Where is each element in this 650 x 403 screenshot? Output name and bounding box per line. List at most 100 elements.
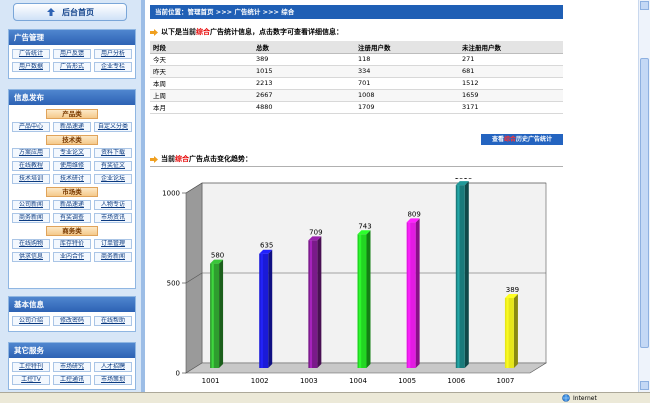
count-cell[interactable]: 2213 (253, 77, 355, 90)
column-header: 注册用户数 (355, 41, 459, 54)
trend-title-prefix: 当前 (161, 155, 175, 163)
column-header: 时段 (150, 41, 253, 54)
divider (150, 166, 563, 167)
scroll-up-button[interactable] (640, 1, 649, 10)
data-label: 1016 (454, 178, 472, 181)
panel-ad-management: 广告管理 广告统计 用户反馈 用户分析 用户数据 广告形式 企业专栏 (8, 29, 136, 79)
up-arrow-icon (47, 8, 55, 16)
count-cell[interactable]: 1512 (459, 77, 563, 90)
sidebar-link[interactable]: 市场策划 (94, 374, 132, 385)
x-tick-label: 1002 (251, 377, 269, 385)
count-cell[interactable]: 1008 (355, 89, 459, 102)
sidebar-link[interactable]: 有奖征文 (94, 160, 132, 171)
sub-heading-market: 市场类 (46, 187, 98, 197)
table-row: 昨天 1015 334 681 (150, 65, 563, 78)
sidebar-link[interactable]: 用户分析 (94, 48, 132, 59)
sidebar-link[interactable]: 广告统计 (12, 48, 50, 59)
panel-header: 基本信息 (9, 297, 135, 312)
sidebar-link[interactable]: 工控特刊 (12, 361, 50, 372)
sidebar-link[interactable]: 用户数据 (12, 61, 50, 72)
sidebar-link[interactable]: 自定义分类 (94, 121, 132, 132)
sidebar-link[interactable]: 技术培训 (12, 173, 50, 184)
period-cell: 昨天 (150, 65, 253, 78)
sub-heading-business: 商务类 (46, 226, 98, 236)
breadcrumb: 当前位置：管理首页 >>> 广告统计 >>> 综合 (150, 5, 563, 19)
sidebar-link[interactable]: 库存特价 (53, 238, 91, 249)
count-cell[interactable]: 118 (355, 53, 459, 66)
data-label: 389 (506, 286, 519, 294)
panel-info-publish: 信息发布 产品类 产品中心 新品速递 自定义分类 技术类 方案应用 专业论文 资… (8, 89, 136, 289)
sidebar-link[interactable]: 订单管理 (94, 238, 132, 249)
sidebar-link[interactable]: 专业论文 (53, 147, 91, 158)
sidebar-link[interactable]: 工控TV (12, 374, 50, 385)
sidebar-link[interactable]: 用户反馈 (53, 48, 91, 59)
sidebar-link[interactable]: 企业专栏 (94, 61, 132, 72)
table-row: 本周 2213 701 1512 (150, 77, 563, 90)
home-button[interactable]: 后台首页 (13, 3, 127, 21)
table-row: 上周 2667 1008 1659 (150, 89, 563, 102)
sidebar-link[interactable]: 修改密码 (53, 315, 91, 326)
security-zone: Internet (562, 394, 597, 402)
count-cell[interactable]: 701 (355, 77, 459, 90)
panel-other-services: 其它服务 工控特刊 市场研究 人才招聘 工控TV 工控通讯 市场策划 (8, 342, 136, 390)
count-cell[interactable]: 4880 (253, 101, 355, 114)
bar (259, 249, 273, 368)
sidebar-link[interactable]: 产品中心 (12, 121, 50, 132)
sidebar-link[interactable]: 供求信息 (12, 251, 50, 262)
count-cell[interactable]: 1709 (355, 101, 459, 114)
sidebar-link[interactable]: 在线购物 (12, 238, 50, 249)
count-cell[interactable]: 1015 (253, 65, 355, 78)
y-tick-label: 500 (167, 280, 180, 288)
count-cell[interactable]: 334 (355, 65, 459, 78)
sidebar-link[interactable]: 有奖调查 (53, 212, 91, 223)
sidebar-link[interactable]: 新品速递 (53, 199, 91, 210)
sidebar-link[interactable]: 公司介绍 (12, 315, 50, 326)
sidebar-link[interactable]: 市场资讯 (94, 212, 132, 223)
count-cell[interactable]: 681 (459, 65, 563, 78)
sidebar-link[interactable]: 广告形式 (53, 61, 91, 72)
bar (210, 259, 224, 368)
sidebar-link[interactable]: 市场研究 (53, 361, 91, 372)
data-label: 580 (211, 252, 224, 260)
history-button-highlight: 综合 (503, 136, 516, 143)
count-cell[interactable]: 389 (253, 53, 355, 66)
sidebar-link[interactable]: 人物专访 (94, 199, 132, 210)
main-content: 当前位置：管理首页 >>> 广告统计 >>> 综合 以下是当前 综合 广告统计信息，… (145, 0, 638, 403)
sidebar-link[interactable]: 企业论坛 (94, 173, 132, 184)
history-stats-button[interactable]: 查看综合历史广告统计 (481, 134, 563, 145)
panel-basic-info: 基本信息 公司介绍 修改密码 在线帮助 (8, 296, 136, 332)
sidebar-link[interactable]: 技术研讨 (53, 173, 91, 184)
x-tick-label: 1006 (447, 377, 465, 385)
sidebar-link[interactable]: 业内合作 (53, 251, 91, 262)
scrollbar-thumb[interactable] (640, 58, 649, 348)
column-header: 总数 (253, 41, 355, 54)
arrow-bullet-icon (150, 28, 158, 36)
sidebar-link[interactable]: 新品速递 (53, 121, 91, 132)
scroll-down-button[interactable] (640, 381, 649, 390)
sidebar-link[interactable]: 方案应用 (12, 147, 50, 158)
count-cell[interactable]: 1659 (459, 89, 563, 102)
sidebar-link[interactable]: 公司新闻 (12, 199, 50, 210)
sidebar-link[interactable]: 在线教程 (12, 160, 50, 171)
vertical-scrollbar[interactable] (638, 0, 650, 392)
sidebar-link[interactable]: 资料下载 (94, 147, 132, 158)
x-tick-label: 1005 (398, 377, 416, 385)
table-header-row: 时段 总数 注册用户数 未注册用户数 (150, 41, 563, 54)
data-label: 635 (260, 242, 273, 250)
sidebar-link[interactable]: 商务新闻 (94, 251, 132, 262)
page: 后台首页 广告管理 广告统计 用户反馈 用户分析 用户数据 广告形式 企业专栏 … (0, 0, 650, 403)
sidebar-link[interactable]: 商务新闻 (12, 212, 50, 223)
panel-header: 信息发布 (9, 90, 135, 105)
count-cell[interactable]: 271 (459, 53, 563, 66)
sidebar-link[interactable]: 工控通讯 (53, 374, 91, 385)
y-tick-label: 1000 (162, 190, 180, 198)
zone-label: Internet (573, 394, 597, 402)
count-cell[interactable]: 3171 (459, 101, 563, 114)
sidebar-link[interactable]: 人才招聘 (94, 361, 132, 372)
sidebar-link[interactable]: 在线帮助 (94, 315, 132, 326)
table-row: 本月 4880 1709 3171 (150, 101, 563, 114)
count-cell[interactable]: 2667 (253, 89, 355, 102)
sidebar-link[interactable]: 使用维修 (53, 160, 91, 171)
period-cell: 今天 (150, 53, 253, 66)
globe-icon (562, 394, 570, 402)
